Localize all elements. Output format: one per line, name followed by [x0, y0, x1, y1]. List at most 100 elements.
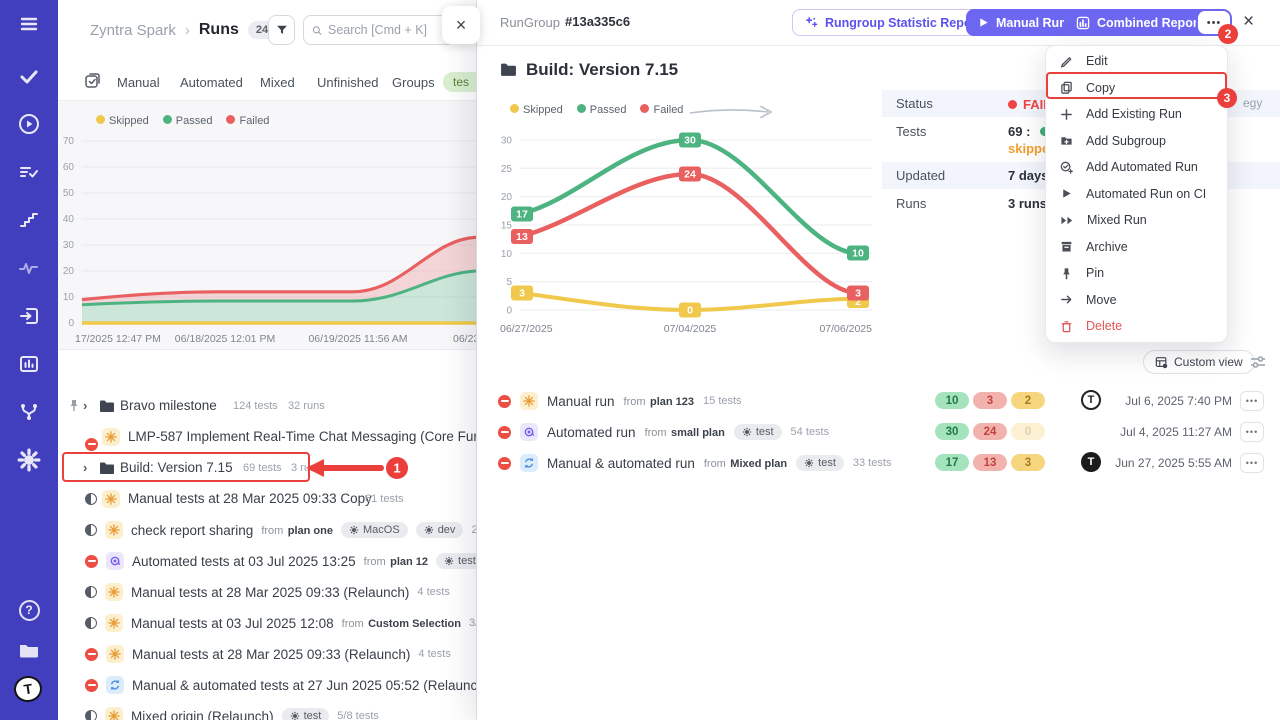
- menu-item-delete[interactable]: Delete: [1046, 313, 1227, 340]
- svg-text:5: 5: [506, 277, 512, 288]
- tab-groups[interactable]: Groups: [392, 75, 435, 90]
- row-more-button[interactable]: •••: [1240, 422, 1264, 442]
- legend-passed-label: Passed: [176, 115, 213, 127]
- menu-item-archive[interactable]: Archive: [1046, 234, 1227, 261]
- menu-icon[interactable]: [0, 6, 58, 42]
- run-title[interactable]: Manual tests at 28 Mar 2025 09:33 Copy: [128, 491, 372, 506]
- breadcrumb-project[interactable]: Zyntra Spark: [90, 22, 176, 39]
- from-plan[interactable]: small plan: [671, 427, 725, 439]
- list-item-run[interactable]: Manual tests at 03 Jul 2025 12:08 from C…: [58, 609, 477, 637]
- chevron-right-icon[interactable]: ›: [83, 398, 87, 413]
- run-title[interactable]: Automated run: [547, 425, 636, 440]
- play-icon: [978, 17, 989, 28]
- menu-item-add-automated-run[interactable]: Add Automated Run: [1046, 154, 1227, 181]
- chart-legend: Skipped Passed Failed: [96, 111, 269, 129]
- run-title[interactable]: check report sharing: [131, 523, 253, 538]
- run-title[interactable]: Manual run: [547, 394, 615, 409]
- list-item-run[interactable]: Automated tests at 03 Jul 2025 13:25 fro…: [58, 547, 477, 575]
- updated-label: Updated: [896, 168, 945, 183]
- run-title[interactable]: Manual & automated tests at 27 Jun 2025 …: [132, 678, 477, 693]
- search-input[interactable]: [328, 23, 446, 37]
- steps-icon[interactable]: [0, 202, 58, 238]
- run-title[interactable]: Manual & automated run: [547, 456, 695, 471]
- menu-item-move[interactable]: Move: [1046, 287, 1227, 314]
- menu-item-add-subgroup[interactable]: Add Subgroup: [1046, 128, 1227, 155]
- from-plan[interactable]: plan 12: [390, 556, 428, 568]
- automated-run-icon: [106, 552, 124, 570]
- projects-folder-icon[interactable]: [0, 632, 58, 668]
- run-title[interactable]: Manual tests at 28 Mar 2025 09:33 (Relau…: [132, 647, 410, 662]
- profile-avatar[interactable]: T: [14, 676, 42, 702]
- list-check-icon[interactable]: [0, 154, 58, 190]
- env-badge: test: [734, 424, 782, 440]
- tab-mixed[interactable]: Mixed: [260, 75, 295, 90]
- status-blocked-icon: [85, 648, 98, 661]
- gear-icon: [444, 556, 454, 566]
- assignee-avatar[interactable]: T: [1081, 452, 1101, 472]
- menu-item-mixed-run[interactable]: Mixed Run: [1046, 207, 1227, 234]
- run-date: Jun 27, 2025 5:55 AM: [1112, 456, 1232, 470]
- list-item-run[interactable]: Manual tests at 28 Mar 2025 09:33 (Relau…: [58, 578, 477, 606]
- run-title[interactable]: LMP-587 Implement Real-Time Chat Messagi…: [128, 429, 477, 444]
- run-title[interactable]: Automated tests at 03 Jul 2025 13:25: [132, 554, 356, 569]
- menu-item-automated-run-ci[interactable]: Automated Run on CI: [1046, 181, 1227, 208]
- from-plan[interactable]: plan one: [288, 525, 333, 537]
- failed-pill: 13: [973, 454, 1007, 471]
- play-circle-icon[interactable]: [0, 106, 58, 142]
- runs-copy-icon[interactable]: [84, 72, 101, 94]
- panel-close-button[interactable]: ×: [442, 6, 480, 44]
- tab-manual[interactable]: Manual: [117, 75, 160, 90]
- list-item-run[interactable]: Manual tests at 28 Mar 2025 09:33 Copy 6…: [58, 485, 477, 513]
- group-title[interactable]: Bravo milestone: [120, 398, 217, 413]
- menu-item-pin[interactable]: Pin: [1046, 260, 1227, 287]
- tab-unfinished[interactable]: Unfinished: [317, 75, 378, 90]
- ellipsis-icon: •••: [1246, 427, 1258, 437]
- combined-report-button[interactable]: Combined Report: [1064, 9, 1214, 36]
- failed-pill: 3: [973, 392, 1007, 409]
- runs-label: Runs: [896, 196, 926, 211]
- row-more-button[interactable]: •••: [1240, 453, 1264, 473]
- from-plan[interactable]: Custom Selection: [368, 618, 461, 630]
- from-plan[interactable]: plan 123: [650, 396, 694, 408]
- pin-icon: [1060, 267, 1073, 280]
- status-progress-icon: [85, 524, 97, 536]
- manual-run-button[interactable]: Manual Run: [966, 9, 1079, 36]
- row-more-button[interactable]: •••: [1240, 391, 1264, 411]
- branch-merge-icon[interactable]: [0, 394, 58, 430]
- custom-view-button[interactable]: Custom view: [1143, 350, 1255, 374]
- run-title[interactable]: Manual tests at 28 Mar 2025 09:33 (Relau…: [131, 585, 409, 600]
- pulse-icon[interactable]: [0, 250, 58, 286]
- tab-filter-badge[interactable]: tes: [443, 72, 477, 92]
- run-title[interactable]: Manual tests at 03 Jul 2025 12:08: [131, 616, 334, 631]
- list-item-run[interactable]: Manual tests at 28 Mar 2025 09:33 (Relau…: [58, 640, 477, 668]
- list-item-run[interactable]: LMP-587 Implement Real-Time Chat Messagi…: [58, 423, 477, 451]
- filter-button[interactable]: [268, 15, 295, 45]
- svg-text:10: 10: [501, 249, 513, 260]
- assignee-avatar[interactable]: T: [1081, 390, 1101, 410]
- from-plan[interactable]: Mixed plan: [730, 458, 787, 470]
- help-icon[interactable]: ?: [0, 592, 58, 628]
- filter-sliders-icon[interactable]: [1250, 355, 1266, 369]
- list-item-run[interactable]: check report sharing from plan one MacOS…: [58, 516, 477, 544]
- svg-text:20: 20: [501, 192, 513, 203]
- import-box-icon[interactable]: [0, 298, 58, 334]
- drawer-close-icon[interactable]: ×: [1243, 11, 1254, 33]
- menu-item-edit[interactable]: Edit: [1046, 48, 1227, 75]
- settings-gear-icon[interactable]: [0, 442, 58, 478]
- tab-automated[interactable]: Automated: [180, 75, 243, 90]
- manual-run-icon: [102, 490, 120, 508]
- tasks-check-icon[interactable]: [0, 58, 58, 94]
- ellipsis-icon: •••: [1207, 17, 1222, 29]
- mixed-run-icon: [520, 454, 538, 472]
- list-item-run[interactable]: Mixed origin (Relaunch) test 5/8 tests: [58, 702, 477, 720]
- run-title[interactable]: Mixed origin (Relaunch): [131, 709, 274, 720]
- rungroup-statistic-report-button[interactable]: Rungroup Statistic Report: [792, 9, 994, 36]
- pagination-arrow-icon[interactable]: [688, 102, 780, 122]
- breadcrumb-section[interactable]: Runs: [199, 21, 239, 39]
- menu-item-add-existing-run[interactable]: Add Existing Run: [1046, 101, 1227, 128]
- analytics-icon[interactable]: [0, 346, 58, 382]
- list-item-run[interactable]: Manual & automated tests at 27 Jun 2025 …: [58, 671, 477, 699]
- list-item-group-bravo[interactable]: › Bravo milestone 124 tests 32 runs: [58, 392, 477, 420]
- drawer-chart-legend: Skipped Passed Failed: [510, 100, 683, 118]
- legend-failed-dot: [640, 104, 649, 113]
